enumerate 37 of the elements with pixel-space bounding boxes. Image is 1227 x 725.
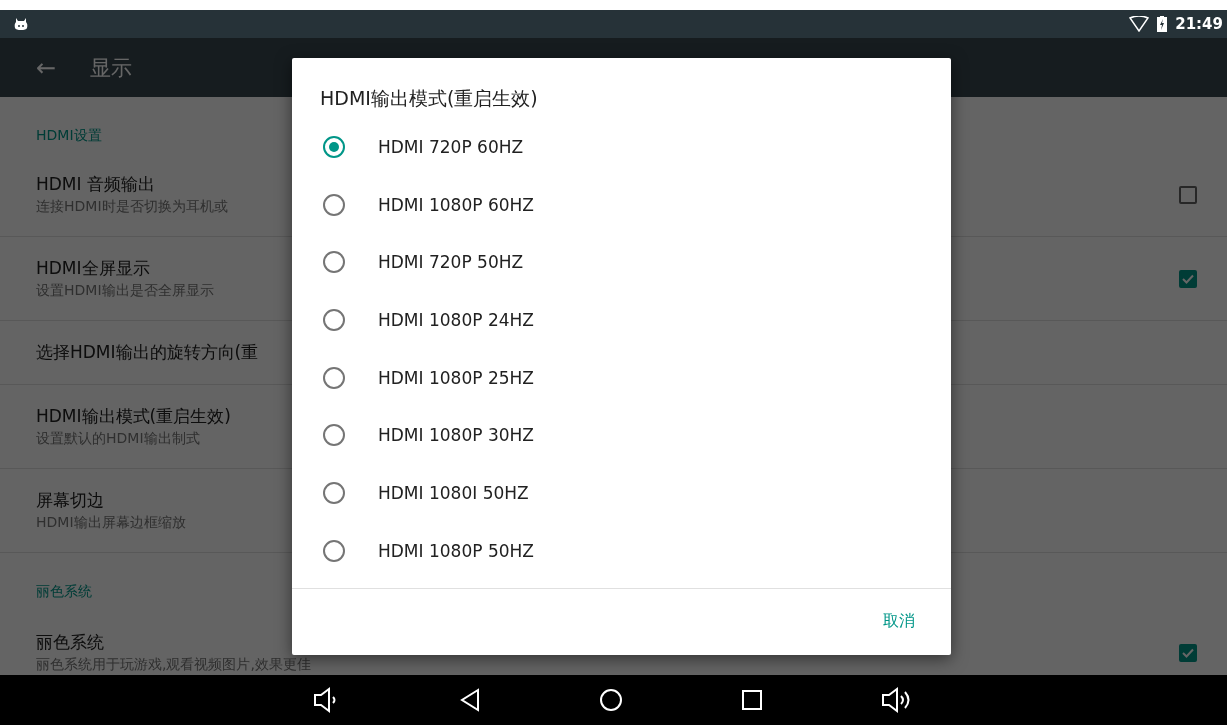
screen-title: 显示 [90, 54, 133, 82]
section-header: HDMI设置 [36, 127, 102, 145]
back-icon[interactable] [458, 688, 481, 712]
checkbox[interactable] [1179, 643, 1197, 662]
option-label[interactable]: HDMI 1080P 60HZ [378, 194, 534, 215]
option-label[interactable]: HDMI 1080P 24HZ [378, 309, 534, 330]
setting-title: HDMI输出模式(重启生效) [36, 405, 231, 428]
option-label[interactable]: HDMI 1080I 50HZ [378, 482, 529, 503]
home-icon[interactable] [598, 688, 623, 712]
option-label[interactable]: HDMI 1080P 50HZ [378, 540, 534, 561]
setting-title: 屏幕切边 [36, 489, 104, 512]
radio-button[interactable] [322, 365, 346, 390]
radio-button[interactable] [322, 538, 346, 563]
setting-title: HDMI全屏显示 [36, 257, 150, 280]
section-header: 丽色系统 [36, 583, 92, 601]
clock-time: 21:49 [1175, 15, 1223, 33]
checkbox[interactable] [1179, 269, 1197, 288]
radio-button[interactable] [322, 480, 346, 505]
option-label[interactable]: HDMI 1080P 30HZ [378, 425, 534, 446]
recents-icon[interactable] [740, 689, 763, 711]
checkbox[interactable] [1179, 185, 1197, 204]
radio-button[interactable] [322, 134, 346, 159]
setting-title: 选择HDMI输出的旋转方向(重 [36, 341, 259, 364]
radio-button[interactable] [322, 192, 346, 217]
option-label[interactable]: HDMI 720P 50HZ [378, 252, 524, 273]
setting-title: HDMI 音频输出 [36, 173, 155, 196]
battery-charging-icon [1157, 16, 1168, 32]
dialog-title: HDMI输出模式(重启生效) [319, 86, 539, 111]
wifi-icon [1129, 16, 1150, 32]
cancel-button[interactable]: 取消 [871, 603, 927, 641]
setting-title: 丽色系统 [36, 631, 104, 654]
option-label[interactable]: HDMI 720P 60HZ [378, 136, 524, 157]
robot-icon [14, 18, 28, 30]
option-label[interactable]: HDMI 1080P 25HZ [378, 367, 534, 388]
radio-button[interactable] [322, 307, 346, 332]
radio-button[interactable] [322, 423, 346, 448]
radio-button[interactable] [322, 250, 346, 275]
